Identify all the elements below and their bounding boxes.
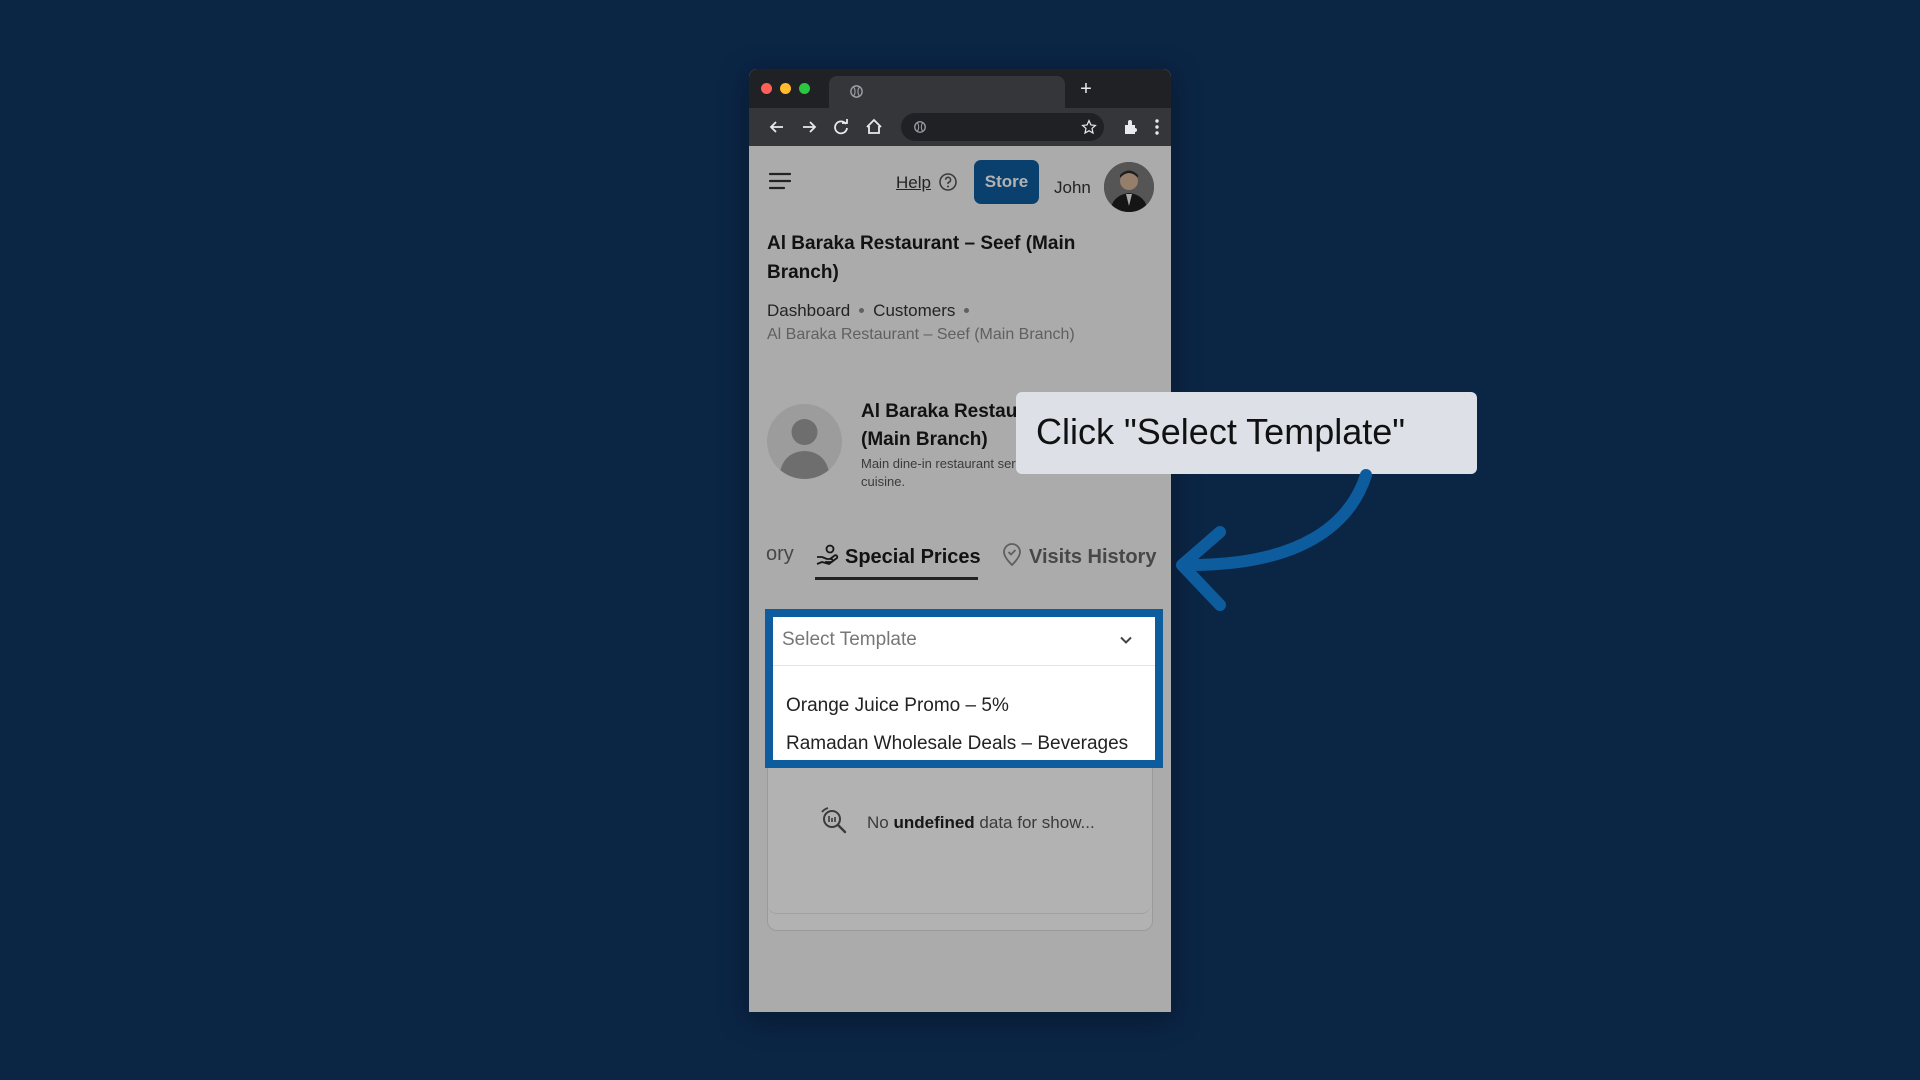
- extensions-icon[interactable]: [1121, 117, 1141, 137]
- bookmark-star-icon[interactable]: [1081, 119, 1097, 135]
- chevron-down-icon[interactable]: [1117, 631, 1135, 649]
- maximize-window-button[interactable]: [799, 83, 810, 94]
- globe-icon: [850, 85, 863, 98]
- close-window-button[interactable]: [761, 83, 772, 94]
- browser-titlebar: +: [749, 69, 1171, 108]
- browser-tab[interactable]: [829, 76, 1065, 108]
- template-option[interactable]: Ramadan Wholesale Deals – Beverages: [786, 733, 1128, 755]
- minimize-window-button[interactable]: [780, 83, 791, 94]
- select-template-placeholder[interactable]: Select Template: [782, 629, 917, 651]
- new-tab-button[interactable]: +: [1074, 77, 1098, 101]
- more-menu-icon[interactable]: [1147, 117, 1167, 137]
- curved-arrow-icon: [1176, 469, 1372, 611]
- address-bar[interactable]: [901, 113, 1104, 141]
- dim-overlay: [749, 146, 1171, 1012]
- dropdown-divider: [773, 665, 1155, 666]
- browser-toolbar: [749, 108, 1171, 146]
- reload-icon[interactable]: [831, 117, 851, 137]
- globe-icon: [914, 121, 926, 133]
- tutorial-callout: Click "Select Template": [1016, 392, 1477, 474]
- back-arrow-icon[interactable]: [767, 117, 787, 137]
- callout-text: Click "Select Template": [1036, 411, 1406, 452]
- forward-arrow-icon[interactable]: [799, 117, 819, 137]
- template-option[interactable]: Orange Juice Promo – 5%: [786, 695, 1009, 717]
- home-icon[interactable]: [864, 117, 884, 137]
- select-template-dropdown[interactable]: Select Template Orange Juice Promo – 5% …: [765, 609, 1163, 768]
